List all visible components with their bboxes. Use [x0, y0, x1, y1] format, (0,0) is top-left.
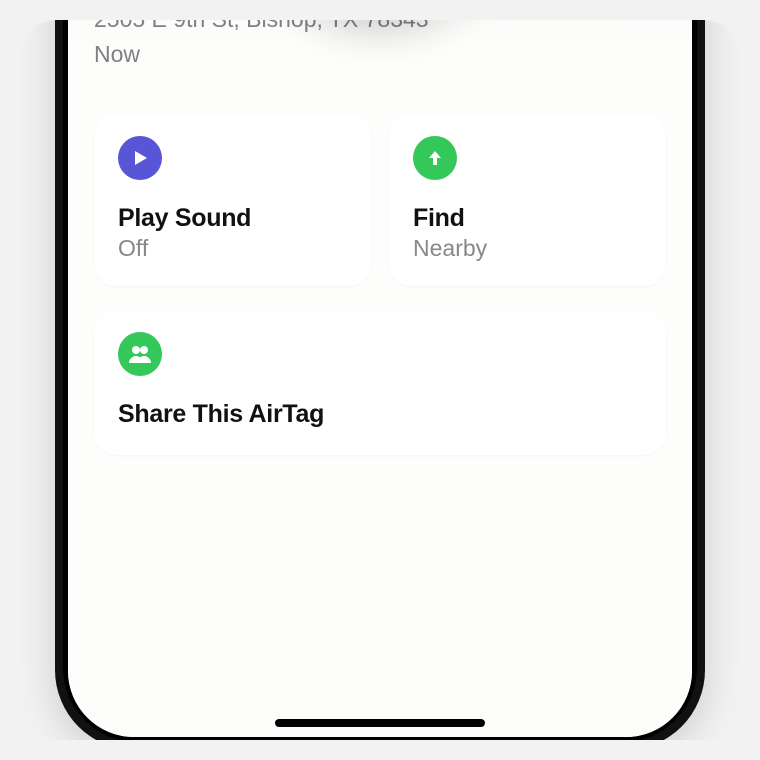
play-sound-card[interactable]: Play Sound Off: [94, 114, 371, 286]
details-sheet[interactable]: ✕ House Keys With You 2505 E 9th St, Bis…: [68, 20, 692, 737]
home-indicator[interactable]: [275, 719, 485, 727]
find-label: Find: [413, 204, 642, 233]
arrow-up-icon: [413, 136, 457, 180]
play-sound-sub: Off: [118, 235, 347, 262]
play-icon: [118, 136, 162, 180]
actions-row: Play Sound Off Find Nearby: [94, 114, 666, 286]
people-icon: [118, 332, 162, 376]
share-card[interactable]: Share This AirTag: [94, 310, 666, 455]
share-label: Share This AirTag: [118, 400, 642, 429]
phone-bezel: ✕ House Keys With You 2505 E 9th St, Bis…: [63, 20, 697, 740]
item-time: Now: [94, 39, 666, 70]
item-address: 2505 E 9th St, Bishop, TX 78343: [94, 20, 666, 35]
phone-screen: ✕ House Keys With You 2505 E 9th St, Bis…: [68, 20, 692, 737]
find-card[interactable]: Find Nearby: [389, 114, 666, 286]
phone-frame: ✕ House Keys With You 2505 E 9th St, Bis…: [55, 20, 705, 740]
screenshot-stage: ✕ House Keys With You 2505 E 9th St, Bis…: [20, 20, 740, 740]
play-sound-label: Play Sound: [118, 204, 347, 233]
find-sub: Nearby: [413, 235, 642, 262]
